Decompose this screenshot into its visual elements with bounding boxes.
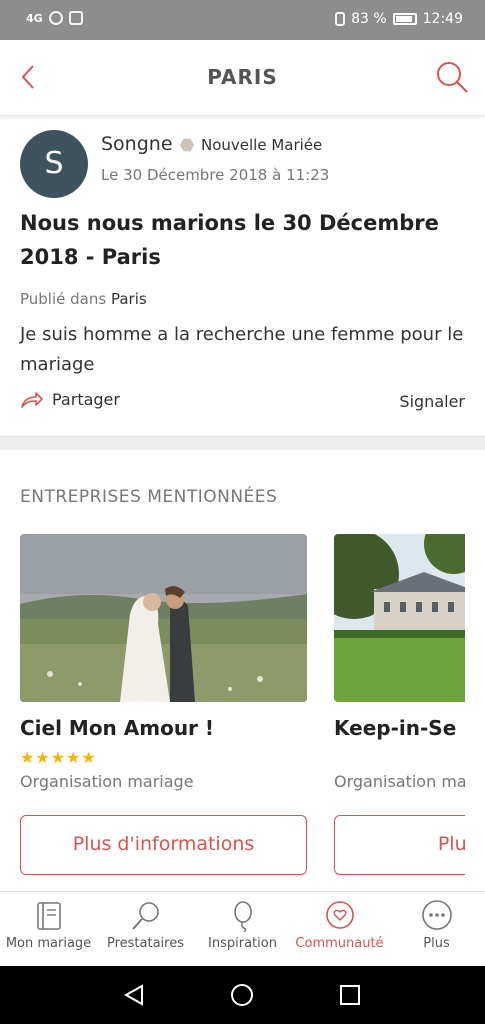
rating-stars: [334, 748, 465, 770]
tab-label: Mon mariage: [5, 936, 92, 951]
notebook-icon: [36, 902, 61, 930]
more-icon: [421, 900, 452, 930]
magnifier-icon: [131, 902, 159, 930]
vendor-card[interactable]: Keep-in-Se Organisation ma Plus d'in: [334, 534, 465, 875]
tab-label: Communauté: [295, 936, 384, 951]
hexagon-icon: [180, 138, 194, 152]
mentioned-section-title: ENTREPRISES MENTIONNÉES: [20, 487, 278, 507]
battery-percent: 83 %: [351, 11, 387, 27]
heart-chat-icon: [325, 901, 354, 929]
alarm-icon: [48, 11, 63, 25]
vibrate-icon: [335, 12, 346, 26]
battery-icon: [392, 13, 417, 25]
clock: 12:49: [422, 11, 463, 27]
vendor-photo-couple[interactable]: [20, 534, 307, 702]
published-label: Publié dans: [20, 290, 107, 308]
vendor-category: Organisation ma: [334, 772, 465, 791]
tab-mon-mariage[interactable]: Mon mariage: [0, 892, 97, 966]
tab-communaute[interactable]: Communauté: [291, 892, 388, 966]
mentioned-carousel[interactable]: Ciel Mon Amour ! ★★★★★ Organisation mari…: [0, 534, 465, 884]
vendor-name[interactable]: Keep-in-Se: [334, 716, 465, 740]
network-indicator: 4G: [26, 11, 43, 25]
vendor-card[interactable]: Ciel Mon Amour ! ★★★★★ Organisation mari…: [20, 534, 307, 875]
share-arrow-icon: [21, 391, 43, 408]
notification-icon: [68, 11, 83, 25]
nav-back-icon[interactable]: [122, 983, 146, 1007]
avatar[interactable]: S: [20, 130, 88, 198]
share-button[interactable]: Partager: [20, 390, 120, 409]
rating-stars: ★★★★★: [20, 748, 97, 767]
balloon-icon: [233, 901, 252, 932]
section-divider: [0, 436, 485, 450]
published-in: Publié dans Paris: [20, 290, 147, 308]
tab-plus[interactable]: Plus: [388, 892, 485, 966]
vendor-name[interactable]: Ciel Mon Amour !: [20, 716, 307, 740]
badge-label: Nouvelle Mariée: [201, 136, 323, 154]
post-body: Je suis homme a la recherche une femme p…: [20, 324, 464, 375]
system-nav-bar: [0, 966, 485, 1024]
bottom-tab-bar: Mon mariage Prestataires Inspiration Com…: [0, 891, 485, 966]
tab-label: Inspiration: [208, 936, 277, 951]
more-info-button[interactable]: Plus d'in: [334, 815, 465, 875]
tab-prestataires[interactable]: Prestataires: [97, 892, 194, 966]
post-title: Nous nous marions le 30 Décembre 2018 - …: [20, 211, 439, 269]
status-bar: 4G 83 % 12:49: [0, 0, 485, 40]
user-badge: Nouvelle Mariée: [180, 136, 322, 154]
tab-inspiration[interactable]: Inspiration: [194, 892, 291, 966]
tab-label: Plus: [423, 936, 450, 951]
page-title: PARIS: [207, 65, 278, 89]
author-name[interactable]: Songne: [101, 133, 173, 155]
vendor-photo-chateau[interactable]: [334, 534, 465, 702]
published-place-link[interactable]: Paris: [111, 290, 147, 308]
share-label: Partager: [52, 390, 120, 409]
search-icon[interactable]: [435, 60, 469, 94]
app-header: PARIS: [0, 40, 485, 116]
post-date: Le 30 Décembre 2018 à 11:23: [101, 166, 330, 184]
nav-home-icon[interactable]: [230, 983, 254, 1007]
nav-recents-icon[interactable]: [338, 983, 362, 1007]
report-link[interactable]: Signaler: [399, 392, 465, 411]
more-info-button[interactable]: Plus d'informations: [20, 815, 307, 875]
tab-label: Prestataires: [106, 936, 184, 951]
vendor-category: Organisation mariage: [20, 772, 194, 791]
